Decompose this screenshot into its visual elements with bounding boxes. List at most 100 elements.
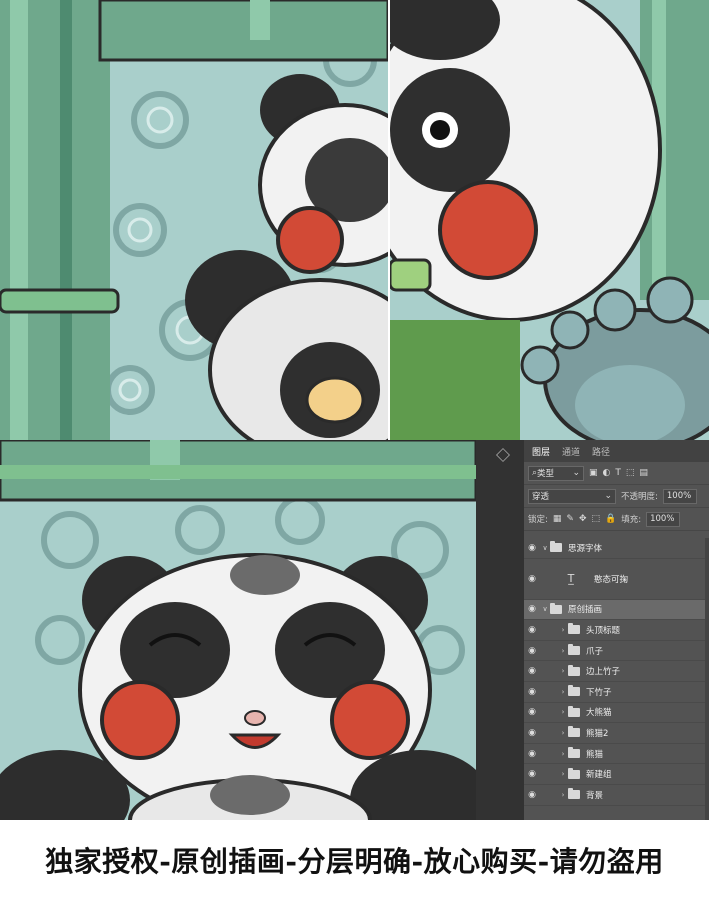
footer-banner: 独家授权-原创插画-分层明确-放心购买-请勿盗用	[0, 820, 709, 900]
type-filter-icon[interactable]: T	[615, 468, 621, 478]
layer-group-row[interactable]: ◉ › 头顶标题	[524, 620, 709, 641]
illustration-top-right	[390, 0, 709, 440]
lock-label: 锁定:	[528, 515, 548, 525]
chevron-down-icon[interactable]: ∨	[540, 605, 550, 613]
filter-select[interactable]: ⌕ 类型 ⌄	[528, 465, 584, 481]
layer-group-row[interactable]: ◉ › 下竹子	[524, 682, 709, 703]
tab-paths[interactable]: 路径	[592, 445, 610, 458]
eye-icon[interactable]: ◉	[524, 604, 540, 614]
layer-group-row[interactable]: ◉ › 熊猫2	[524, 723, 709, 744]
tab-layers[interactable]: 图层	[532, 445, 550, 458]
layer-group-row[interactable]: ◉ › 背景	[524, 785, 709, 806]
eye-icon[interactable]: ◉	[524, 707, 540, 717]
folder-icon	[568, 726, 580, 738]
ps-side-strip	[476, 440, 524, 820]
cube-icon[interactable]	[496, 448, 510, 462]
folder-icon	[568, 788, 580, 800]
eye-icon[interactable]: ◉	[524, 543, 540, 553]
folder-icon	[568, 644, 580, 656]
layer-list: ◉ ∨ 思源字体 ◉ T̲ 憨态可掬 ◉ ∨ 原创插画 ◉ › 头顶标题 ◉ ›	[524, 538, 709, 806]
layer-name: 下竹子	[586, 687, 612, 698]
panda-closeup	[390, 0, 709, 440]
eye-icon[interactable]: ◉	[524, 666, 540, 676]
layer-name: 边上竹子	[586, 667, 621, 678]
chevron-down-icon[interactable]: ∨	[540, 544, 550, 552]
eye-icon[interactable]: ◉	[524, 769, 540, 779]
chevron-right-icon[interactable]: ›	[558, 626, 568, 634]
eye-icon[interactable]: ◉	[524, 687, 540, 697]
eye-icon[interactable]: ◉	[524, 646, 540, 656]
chevron-right-icon[interactable]: ›	[558, 688, 568, 696]
eye-icon[interactable]: ◉	[524, 790, 540, 800]
opacity-value: 100%	[666, 491, 692, 501]
chevron-right-icon[interactable]: ›	[558, 667, 568, 675]
chevron-down-icon: ⌄	[572, 468, 580, 478]
layer-name: 思源字体	[568, 543, 603, 554]
fill-input[interactable]: 100%	[646, 511, 681, 527]
layer-name: 憨态可掬	[594, 574, 629, 585]
fill-label: 填充:	[621, 515, 642, 525]
lock-row: 锁定: ▦ ✎ ✥ ⬚ 🔒 填充: 100%	[524, 508, 709, 531]
eye-icon[interactable]: ◉	[524, 625, 540, 635]
layer-group-row[interactable]: ◉ › 新建组	[524, 764, 709, 785]
illustration-bottom	[0, 440, 476, 820]
lock-move-icon[interactable]: ✥	[579, 514, 587, 524]
filter-label: 类型	[537, 469, 555, 479]
chevron-right-icon[interactable]: ›	[558, 770, 568, 778]
layer-group-row[interactable]: ◉ ∨ 思源字体	[524, 538, 709, 559]
banner-text: 独家授权-原创插画-分层明确-放心购买-请勿盗用	[45, 845, 664, 878]
layers-panel: 图层 通道 路径 ⌕ 类型 ⌄ ▣ ◐ T ⬚ ▤ 穿透 ⌄ 不透明度: 100…	[524, 440, 709, 820]
filter-row: ⌕ 类型 ⌄ ▣ ◐ T ⬚ ▤	[524, 462, 709, 485]
layer-name: 熊猫2	[586, 728, 609, 739]
layers-scrollbar[interactable]	[705, 538, 709, 820]
eye-icon[interactable]: ◉	[524, 728, 540, 738]
lock-all-icon[interactable]: 🔒	[605, 514, 616, 524]
folder-icon	[568, 623, 580, 635]
folder-icon	[550, 541, 562, 553]
chevron-down-icon: ⌄	[604, 491, 612, 501]
eye-icon[interactable]: ◉	[524, 574, 540, 584]
chevron-right-icon[interactable]: ›	[558, 750, 568, 758]
lock-artboard-icon[interactable]: ⬚	[591, 514, 600, 524]
lock-brush-icon[interactable]: ✎	[566, 514, 574, 524]
blend-row: 穿透 ⌄ 不透明度: 100%	[524, 485, 709, 508]
fill-value: 100%	[650, 514, 675, 524]
illustration-top-left	[0, 0, 388, 440]
layer-group-row[interactable]: ◉ › 大熊猫	[524, 703, 709, 724]
shape-filter-icon[interactable]: ⬚	[626, 468, 635, 478]
tab-channels[interactable]: 通道	[562, 445, 580, 458]
folder-icon	[568, 747, 580, 759]
eye-icon[interactable]: ◉	[524, 749, 540, 759]
text-layer-icon: T̲	[567, 572, 575, 586]
layer-group-row[interactable]: ◉ › 边上竹子	[524, 661, 709, 682]
blend-mode-value: 穿透	[532, 492, 550, 502]
chevron-right-icon[interactable]: ›	[558, 647, 568, 655]
folder-icon	[568, 705, 580, 717]
opacity-input[interactable]: 100%	[662, 488, 697, 504]
layer-name: 熊猫	[586, 749, 604, 760]
adjustment-filter-icon[interactable]: ◐	[603, 468, 611, 478]
layer-group-row[interactable]: ◉ › 爪子	[524, 641, 709, 662]
image-filter-icon[interactable]: ▣	[589, 468, 598, 478]
folder-icon	[550, 602, 562, 614]
panda-illustration-crop	[0, 0, 388, 440]
blend-mode-select[interactable]: 穿透 ⌄	[528, 488, 616, 504]
folder-icon	[568, 767, 580, 779]
chevron-right-icon[interactable]: ›	[558, 708, 568, 716]
layer-name: 背景	[586, 790, 604, 801]
smart-object-filter-icon[interactable]: ▤	[639, 468, 648, 478]
chevron-right-icon[interactable]: ›	[558, 791, 568, 799]
lock-transparent-icon[interactable]: ▦	[553, 514, 562, 524]
layer-name: 原创插画	[568, 605, 603, 616]
layer-text-row[interactable]: ◉ T̲ 憨态可掬	[524, 559, 709, 600]
layer-name: 头顶标题	[586, 625, 621, 636]
layer-group-row[interactable]: ◉ ∨ 原创插画	[524, 599, 709, 621]
layer-name: 爪子	[586, 646, 604, 657]
layer-group-row[interactable]: ◉ › 熊猫	[524, 744, 709, 765]
opacity-label: 不透明度:	[621, 492, 658, 502]
chevron-right-icon[interactable]: ›	[558, 729, 568, 737]
layer-name: 新建组	[586, 770, 612, 781]
layer-name: 大熊猫	[586, 708, 612, 719]
folder-icon	[568, 685, 580, 697]
panda-smiling	[0, 440, 476, 820]
